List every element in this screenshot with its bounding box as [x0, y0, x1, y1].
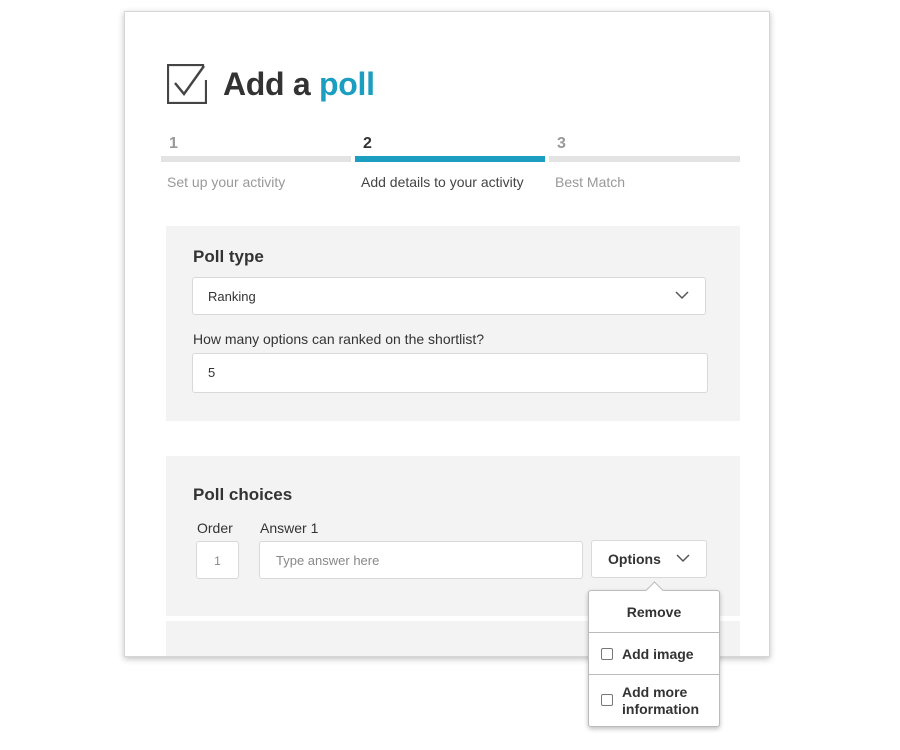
order-label: Order — [197, 520, 233, 536]
shortlist-count-label: How many options can ranked on the short… — [193, 331, 485, 347]
answer-label: Answer 1 — [260, 520, 319, 536]
menu-item-label-line2: information — [622, 701, 699, 717]
step-bar — [355, 156, 545, 162]
shortlist-count-value: 5 — [208, 365, 216, 380]
step-1[interactable]: 1 Set up your activity — [161, 132, 351, 190]
poll-choices-heading: Poll choices — [193, 485, 293, 504]
menu-item-add-image[interactable]: Add image — [589, 633, 719, 675]
checkbox-icon[interactable] — [601, 648, 613, 660]
menu-item-label-line1: Add more — [622, 684, 688, 700]
options-button-label: Options — [608, 551, 661, 567]
page-title: Add a poll — [223, 66, 375, 103]
checkbox-checked-icon — [166, 63, 208, 105]
answer-input[interactable]: Type answer here — [259, 541, 583, 579]
menu-item-add-more-information[interactable]: Add more information — [589, 675, 719, 726]
add-poll-card: Add a poll 1 Set up your activity 2 Add … — [124, 11, 770, 657]
checkbox-icon[interactable] — [601, 694, 613, 706]
step-2[interactable]: 2 Add details to your activity — [355, 132, 545, 190]
shortlist-count-input[interactable]: 5 — [192, 353, 708, 393]
step-label: Add details to your activity — [361, 174, 524, 190]
chevron-down-icon — [676, 554, 690, 563]
step-number: 1 — [169, 135, 178, 152]
chevron-down-icon — [675, 291, 689, 300]
order-value: 1 — [214, 554, 221, 568]
step-bar — [549, 156, 740, 162]
poll-type-selected-value: Ranking — [208, 289, 256, 304]
step-bar — [161, 156, 351, 162]
page-header: Add a poll — [166, 63, 375, 105]
menu-item-label: Add more information — [622, 684, 699, 718]
progress-stepper: 1 Set up your activity 2 Add details to … — [161, 132, 740, 202]
step-3[interactable]: 3 Best Match — [549, 132, 740, 190]
page-title-accent: poll — [319, 65, 375, 102]
options-dropdown-button[interactable]: Options — [591, 540, 707, 578]
poll-type-panel: Poll type Ranking How many options can r… — [166, 226, 740, 421]
step-label: Best Match — [555, 174, 626, 190]
step-number: 2 — [363, 135, 372, 152]
step-label: Set up your activity — [167, 174, 286, 190]
page-title-prefix: Add a — [223, 65, 311, 102]
poll-type-heading: Poll type — [193, 247, 264, 266]
menu-item-label: Add image — [622, 646, 694, 662]
answer-placeholder: Type answer here — [276, 553, 380, 568]
poll-type-select[interactable]: Ranking — [192, 277, 706, 315]
options-menu: Remove Add image Add more information — [588, 590, 720, 727]
step-number: 3 — [557, 135, 566, 152]
order-input[interactable]: 1 — [196, 541, 239, 579]
